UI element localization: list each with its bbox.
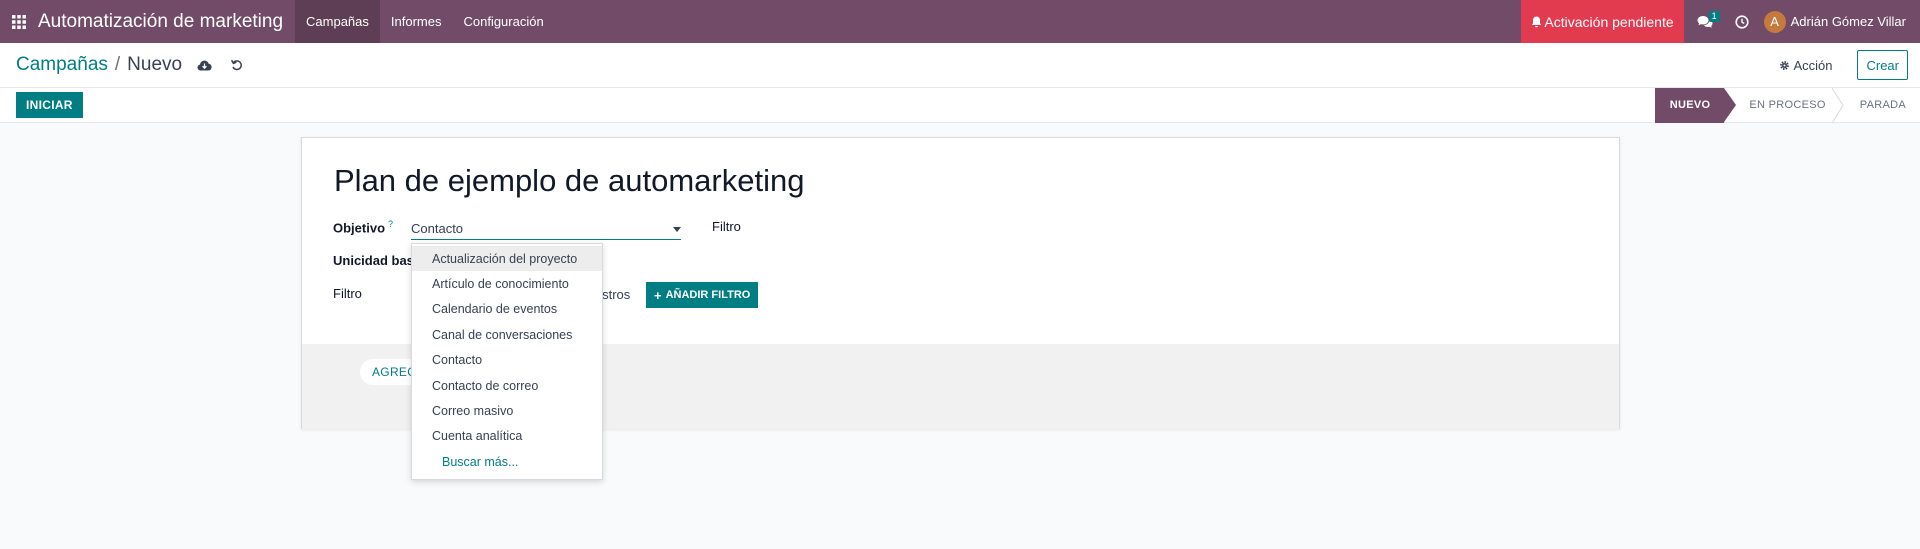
dropdown-option[interactable]: Calendario de eventos xyxy=(412,297,602,322)
plus-icon: + xyxy=(654,287,662,303)
objective-select[interactable]: Contacto xyxy=(411,218,681,240)
dropdown-option[interactable]: Actualización del proyecto xyxy=(412,246,602,272)
menu-configuration[interactable]: Configuración xyxy=(452,0,554,43)
action-label: Acción xyxy=(1793,57,1833,73)
user-name: Adrián Gómez Villar xyxy=(1790,14,1906,29)
breadcrumb-current: Nuevo xyxy=(127,54,183,75)
objective-label: Objetivo? xyxy=(333,219,393,235)
menu-reports[interactable]: Informes xyxy=(380,0,453,43)
action-menu-button[interactable]: Acción xyxy=(1779,58,1832,73)
filter-right-label: Filtro xyxy=(712,219,741,234)
discard-changes-icon[interactable] xyxy=(231,59,243,71)
navbar-right: Activación pendiente 1 A Adrián Gómez Vi… xyxy=(1521,0,1920,43)
objective-dropdown: Actualización del proyecto Artículo de c… xyxy=(411,243,603,480)
messages-count-badge: 1 xyxy=(1708,11,1720,22)
avatar: A xyxy=(1763,10,1786,33)
uniqueness-label: Unicidad bas xyxy=(333,253,414,268)
dropdown-option[interactable]: Correo masivo xyxy=(412,398,602,423)
app-name[interactable]: Automatización de marketing xyxy=(38,11,283,33)
dropdown-option[interactable]: Canal de conversaciones xyxy=(412,322,602,347)
dropdown-option[interactable]: Cuenta analítica xyxy=(412,424,602,449)
breadcrumb-separator: / xyxy=(114,54,121,75)
filter-label: Filtro xyxy=(333,286,362,301)
stage-new[interactable]: NUEVO xyxy=(1654,87,1736,123)
control-panel-right: Acción Crear xyxy=(1779,50,1908,80)
dropdown-option[interactable]: Contacto xyxy=(412,348,602,373)
stage-stopped[interactable]: PARADA xyxy=(1838,88,1920,123)
caret-down-icon xyxy=(673,227,681,232)
bell-icon xyxy=(1532,16,1542,27)
stage-in-process[interactable]: EN PROCESO xyxy=(1724,87,1844,123)
start-button[interactable]: INICIAR xyxy=(16,92,83,118)
breadcrumb-campaigns-link[interactable]: Campañas xyxy=(16,54,108,76)
dropdown-option[interactable]: Contacto de correo xyxy=(412,373,602,398)
apps-menu-icon[interactable] xyxy=(1,0,37,43)
save-cloud-icon[interactable] xyxy=(197,60,212,71)
status-bar: INICIAR NUEVO EN PROCESO PARADA xyxy=(0,87,1920,123)
help-tooltip-icon[interactable]: ? xyxy=(388,219,393,229)
add-filter-label: AÑADIR FILTRO xyxy=(665,289,751,301)
control-panel: Campañas / Nuevo Acción Crear xyxy=(0,43,1920,88)
objective-label-text: Objetivo xyxy=(333,220,386,236)
stage-selector: NUEVO EN PROCESO PARADA xyxy=(1654,87,1920,123)
messages-button[interactable]: 1 xyxy=(1690,0,1720,43)
create-button[interactable]: Crear xyxy=(1857,50,1908,80)
search-more-link[interactable]: Buscar más... xyxy=(412,449,602,474)
top-navbar: Automatización de marketing Campañas Inf… xyxy=(0,0,1920,43)
objective-value: Contacto xyxy=(411,221,464,236)
clock-icon xyxy=(1735,14,1749,29)
dropdown-option[interactable]: Artículo de conocimiento xyxy=(412,271,602,296)
add-filter-button[interactable]: + AÑADIR FILTRO xyxy=(646,282,759,308)
activation-label: Activación pendiente xyxy=(1544,13,1674,30)
gear-icon xyxy=(1780,60,1790,70)
stage-in-process-label: EN PROCESO xyxy=(1749,99,1826,111)
campaign-name-field[interactable]: Plan de ejemplo de automarketing xyxy=(334,163,804,199)
user-menu[interactable]: A Adrián Gómez Villar xyxy=(1756,0,1920,43)
breadcrumb: Campañas / Nuevo xyxy=(16,54,182,76)
activities-button[interactable] xyxy=(1728,0,1756,43)
activation-pending-button[interactable]: Activación pendiente xyxy=(1521,0,1684,43)
menu-campaigns[interactable]: Campañas xyxy=(295,0,380,43)
